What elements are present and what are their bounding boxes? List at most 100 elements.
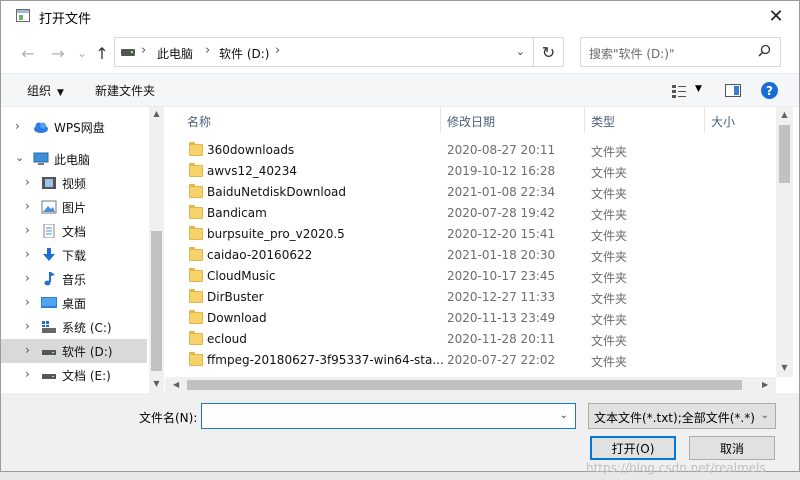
- sidebar-item-documents[interactable]: › 文档: [1, 219, 147, 243]
- sidebar-item-downloads[interactable]: › 下载: [1, 243, 147, 267]
- chevron-right-icon[interactable]: ›: [25, 367, 30, 381]
- new-folder-button[interactable]: 新建文件夹: [95, 82, 155, 99]
- sidebar-item-wps-cloud[interactable]: › WPS网盘: [1, 115, 147, 139]
- column-header-modified[interactable]: 修改日期: [447, 107, 495, 133]
- drive-icon: [121, 49, 135, 56]
- forward-button[interactable]: →: [47, 42, 69, 64]
- download-icon: [43, 248, 55, 261]
- chevron-right-icon[interactable]: ›: [25, 271, 30, 285]
- view-dropdown-button[interactable]: ▼: [695, 84, 702, 94]
- horizontal-scroll-thumb[interactable]: [187, 380, 742, 390]
- scroll-up-arrow-icon[interactable]: ▲: [149, 109, 164, 118]
- chevron-right-icon[interactable]: ›: [25, 319, 30, 333]
- file-type-filter-select[interactable]: 文本文件(*.txt);全部文件(*.*) ⌄: [588, 403, 776, 429]
- vertical-scroll-thumb[interactable]: [779, 125, 790, 183]
- sidebar-scrollbar[interactable]: ▲ ▼: [149, 107, 164, 393]
- table-row[interactable]: CloudMusic 2020-10-17 23:45 文件夹: [165, 266, 775, 287]
- file-name: Bandicam: [207, 206, 267, 220]
- sidebar-item-label: 此电脑: [54, 153, 91, 167]
- filename-input[interactable]: [206, 405, 546, 427]
- file-list-vertical-scrollbar[interactable]: ▲ ▼: [776, 107, 793, 377]
- help-icon[interactable]: ?: [761, 82, 778, 99]
- scroll-right-arrow-icon[interactable]: ▶: [762, 380, 768, 389]
- file-list: 名称 ^ 修改日期 类型 大小 360downloads 2020-08-27 …: [165, 107, 799, 393]
- scroll-down-arrow-icon[interactable]: ▼: [777, 363, 792, 372]
- table-row[interactable]: Download 2020-11-13 23:49 文件夹: [165, 308, 775, 329]
- preview-pane-icon[interactable]: [725, 84, 741, 97]
- cancel-button[interactable]: 取消: [689, 436, 775, 460]
- file-list-horizontal-scrollbar[interactable]: ◀ ▶: [165, 377, 776, 393]
- file-type: 文件夹: [591, 334, 628, 348]
- sidebar-item-label: 系统 (C:): [62, 321, 112, 335]
- sidebar-item-desktop[interactable]: › 桌面: [1, 291, 147, 315]
- sidebar-scroll-thumb[interactable]: [151, 231, 162, 371]
- chevron-right-icon[interactable]: ›: [25, 223, 30, 237]
- sidebar-item-videos[interactable]: › 视频: [1, 171, 147, 195]
- chevron-down-icon[interactable]: ⌄: [761, 410, 769, 421]
- up-button[interactable]: ↑: [91, 42, 113, 64]
- back-button[interactable]: ←: [17, 42, 39, 64]
- table-row[interactable]: DirBuster 2020-12-27 11:33 文件夹: [165, 287, 775, 308]
- folder-icon: [189, 142, 203, 156]
- chevron-right-icon[interactable]: ›: [15, 119, 20, 133]
- view-options-icon[interactable]: [671, 83, 687, 99]
- column-header-name[interactable]: 名称: [187, 107, 211, 133]
- folder-icon: [189, 331, 203, 345]
- file-name: ecloud: [207, 332, 247, 346]
- sidebar-item-label: 视频: [62, 177, 87, 191]
- scroll-down-arrow-icon[interactable]: ▼: [149, 379, 164, 388]
- file-modified: 2020-07-27 22:02: [447, 353, 556, 367]
- file-modified: 2021-01-08 22:34: [447, 185, 556, 199]
- sidebar-item-music[interactable]: › 音乐: [1, 267, 147, 291]
- sidebar-item-drive-c[interactable]: › 系统 (C:): [1, 315, 147, 339]
- chevron-right-icon[interactable]: ›: [25, 175, 30, 189]
- scroll-up-arrow-icon[interactable]: ▲: [777, 110, 792, 119]
- column-divider[interactable]: [584, 107, 585, 133]
- sidebar-item-this-pc[interactable]: ⌄ 此电脑: [1, 147, 147, 171]
- chevron-down-icon[interactable]: ⌄: [15, 151, 24, 164]
- refresh-button[interactable]: ↻: [534, 37, 564, 67]
- sidebar-item-pictures[interactable]: › 图片: [1, 195, 147, 219]
- watermark-text: https://blog.csdn.net/realmels: [586, 461, 766, 475]
- table-row[interactable]: burpsuite_pro_v2020.5 2020-12-20 15:41 文…: [165, 224, 775, 245]
- chevron-right-icon[interactable]: ›: [25, 295, 30, 309]
- sidebar-item-label: 桌面: [62, 297, 87, 311]
- organize-menu[interactable]: 组织 ▼: [27, 82, 64, 99]
- search-box[interactable]: 搜索"软件 (D:)": [580, 37, 781, 67]
- sidebar-item-label: 软件 (D:): [62, 345, 113, 359]
- column-header-size[interactable]: 大小: [711, 107, 735, 133]
- open-button[interactable]: 打开(O): [590, 436, 676, 460]
- table-row[interactable]: ffmpeg-20180627-3f95337-win64-sta... 202…: [165, 350, 775, 371]
- sidebar-item-drive-e[interactable]: › 文档 (E:): [1, 363, 147, 387]
- column-header-type[interactable]: 类型: [591, 107, 615, 133]
- table-row[interactable]: 360downloads 2020-08-27 20:11 文件夹: [165, 140, 775, 161]
- sidebar-item-label: 下载: [62, 249, 87, 263]
- table-row[interactable]: ecloud 2020-11-28 20:11 文件夹: [165, 329, 775, 350]
- table-row[interactable]: BaiduNetdiskDownload 2021-01-08 22:34 文件…: [165, 182, 775, 203]
- table-row[interactable]: awvs12_40234 2019-10-12 16:28 文件夹: [165, 161, 775, 182]
- breadcrumb-separator[interactable]: ›: [275, 43, 280, 58]
- breadcrumb-this-pc[interactable]: 此电脑: [157, 45, 193, 62]
- chevron-right-icon[interactable]: ›: [25, 343, 30, 357]
- file-name: Download: [207, 311, 267, 325]
- column-divider[interactable]: [704, 107, 705, 133]
- address-bar[interactable]: › 此电脑 › 软件 (D:) › ⌄: [114, 37, 534, 67]
- table-row[interactable]: caidao-20160622 2021-01-18 20:30 文件夹: [165, 245, 775, 266]
- table-row[interactable]: Bandicam 2020-07-28 19:42 文件夹: [165, 203, 775, 224]
- chevron-right-icon[interactable]: ›: [25, 199, 30, 213]
- address-dropdown-button[interactable]: ⌄: [516, 45, 525, 58]
- breadcrumb-drive-d[interactable]: 软件 (D:): [219, 45, 269, 62]
- filename-combobox[interactable]: ⌄: [201, 403, 576, 429]
- chevron-down-icon[interactable]: ⌄: [560, 410, 568, 421]
- breadcrumb-separator[interactable]: ›: [205, 43, 210, 58]
- column-divider[interactable]: [440, 107, 441, 133]
- folder-icon: [189, 268, 203, 282]
- sidebar-item-drive-d[interactable]: › 软件 (D:): [1, 339, 147, 363]
- scroll-left-arrow-icon[interactable]: ◀: [173, 380, 179, 389]
- navigation-pane: › WPS网盘 ⌄ 此电脑 › 视频 › 图片 › 文档 › 下载 › 音乐 ›…: [1, 107, 165, 393]
- file-name: awvs12_40234: [207, 164, 297, 178]
- recent-locations-button[interactable]: ⌄: [71, 42, 93, 64]
- file-name: caidao-20160622: [207, 248, 313, 262]
- close-button[interactable]: ✕: [753, 1, 799, 31]
- chevron-right-icon[interactable]: ›: [25, 247, 30, 261]
